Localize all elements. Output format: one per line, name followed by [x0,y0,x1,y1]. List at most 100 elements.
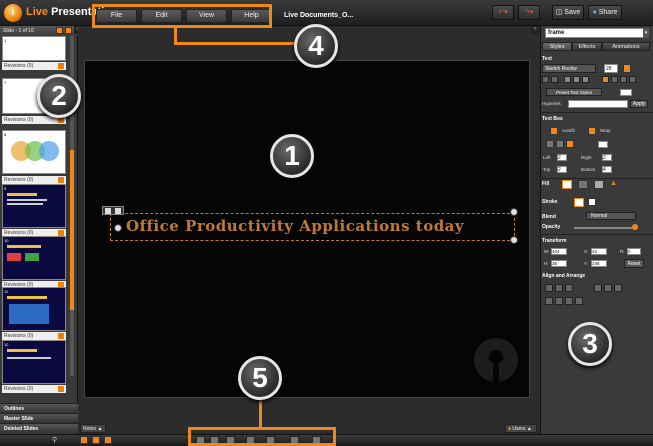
align-objects-center-icon[interactable] [555,284,563,292]
valign-top-icon[interactable] [546,140,554,148]
slide-text[interactable]: Office Productivity Applications today [126,217,464,235]
slide-thumbnail[interactable]: 8 [2,130,66,174]
subscript-icon[interactable] [551,76,558,83]
margin-left-field[interactable]: 2 [557,154,567,161]
stroke-color-swatch[interactable] [588,198,596,206]
fill-none-swatch[interactable] [562,180,572,189]
notes-tab[interactable]: Notes ▲ [80,424,106,433]
fill-gradient-swatch[interactable] [594,180,604,189]
revision-icon[interactable] [58,177,64,183]
align-objects-top-icon[interactable] [594,284,602,292]
slide-thumbnail[interactable]: 1 [2,36,66,61]
zoom-icon[interactable]: ⚲ [52,436,62,444]
slide-thumbnail[interactable]: 10 [2,236,66,280]
users-tab[interactable]: ● Users ▲ [505,424,537,433]
object-name-field[interactable]: frame [545,28,645,38]
line-spacing-field[interactable] [620,89,632,96]
width-field[interactable]: 404 [551,248,567,255]
view-sorter-icon[interactable] [92,436,100,444]
slide-options-icon[interactable] [65,27,72,34]
save-button[interactable]: ◫ Save [552,5,584,20]
bold-icon[interactable] [564,76,571,83]
autofit-checkbox[interactable] [550,127,558,135]
object-dropdown-icon[interactable]: ▾ [643,28,649,38]
align-objects-left-icon[interactable] [545,284,553,292]
align-objects-middle-icon[interactable] [604,284,612,292]
opacity-slider[interactable] [574,227,638,229]
expand-icon: ▲ [97,426,103,432]
align-center-icon[interactable] [611,76,618,83]
stroke-none-swatch[interactable] [574,198,584,207]
move-icon[interactable] [105,208,111,214]
apply-button[interactable]: Apply [630,100,648,108]
stroke-label: Stroke [542,199,558,205]
margin-top-field[interactable]: 2 [557,166,567,173]
collapse-right-icon[interactable]: » [531,26,539,34]
valign-middle-icon[interactable] [556,140,564,148]
font-size-field[interactable]: 28 [604,64,618,73]
blend-select[interactable]: Normal [586,212,636,220]
font-color-swatch[interactable] [623,64,631,73]
share-button[interactable]: ● Share [588,5,622,20]
hyperlink-input[interactable] [568,100,628,108]
undo-button[interactable]: ↶▾ [492,5,514,20]
revision-icon[interactable] [58,333,64,339]
font-select[interactable]: Sketch Rockw [542,64,596,73]
slide-thumbnail[interactable]: 9 [2,184,66,228]
slide-panel-scroll-thumb[interactable] [70,150,74,310]
tab-animations[interactable]: Animations [602,42,650,51]
rotate-handle-icon[interactable] [510,208,518,216]
revisions-label[interactable]: Revisions (0) [2,385,66,393]
margin-right-field[interactable]: 2 [602,154,612,161]
revisions-label[interactable]: Revisions (0) [2,332,66,340]
preset-text-styles-button[interactable]: Preset Text Styles [546,88,602,96]
align-objects-bottom-icon[interactable] [614,284,622,292]
revisions-label[interactable]: Revisions (0) [2,62,66,70]
deleted-slides-section[interactable]: Deleted Slides [0,423,78,433]
master-slide-section[interactable]: Master Slide [0,413,78,423]
align-left-icon[interactable] [602,76,609,83]
outlines-section[interactable]: Outlines [0,403,78,413]
resize-handle-left[interactable] [114,224,122,232]
blend-label: Blend [542,214,556,220]
tab-styles[interactable]: Styles [542,42,572,51]
bring-front-icon[interactable] [545,297,553,305]
align-justify-icon[interactable] [629,76,636,83]
text-frame-toolbar[interactable] [102,206,124,215]
opacity-slider-knob[interactable] [632,224,638,230]
send-back-icon[interactable] [575,297,583,305]
revision-icon[interactable] [58,63,64,69]
revision-icon[interactable] [58,386,64,392]
slide-thumbnail[interactable]: 11 [2,287,66,331]
reset-button[interactable]: Reset [624,259,644,268]
y-field[interactable]: 246 [591,260,607,267]
callout-line [259,400,262,428]
italic-icon[interactable] [573,76,580,83]
columns-field[interactable] [598,141,608,148]
slide-thumbnail[interactable]: 12 [2,340,66,384]
valign-bottom-icon[interactable] [566,140,574,148]
superscript-icon[interactable] [542,76,549,83]
rotation-field[interactable]: 0 [627,248,641,255]
wrap-checkbox[interactable] [588,127,596,135]
fill-bucket-icon[interactable]: ▲ [610,180,620,189]
view-normal-icon[interactable] [80,436,88,444]
view-slideshow-icon[interactable] [104,436,112,444]
fill-solid-swatch[interactable] [578,180,588,189]
expand-icon: ▲ [526,426,532,432]
opacity-label: Opacity [542,224,561,230]
resize-handle-right[interactable] [510,236,518,244]
send-backward-icon[interactable] [565,297,573,305]
lock-icon[interactable] [115,208,121,214]
tab-effects[interactable]: Effects [572,42,602,51]
align-objects-right-icon[interactable] [565,284,573,292]
redo-button[interactable]: ↷▾ [518,5,540,20]
add-slide-icon[interactable] [56,27,63,34]
revisions-label[interactable]: Revisions (0) [2,176,66,184]
underline-icon[interactable] [582,76,589,83]
x-field[interactable]: 42 [591,248,607,255]
margin-bottom-field[interactable]: 4 [602,166,612,173]
height-field[interactable]: 36 [551,260,567,267]
align-right-icon[interactable] [620,76,627,83]
bring-forward-icon[interactable] [555,297,563,305]
